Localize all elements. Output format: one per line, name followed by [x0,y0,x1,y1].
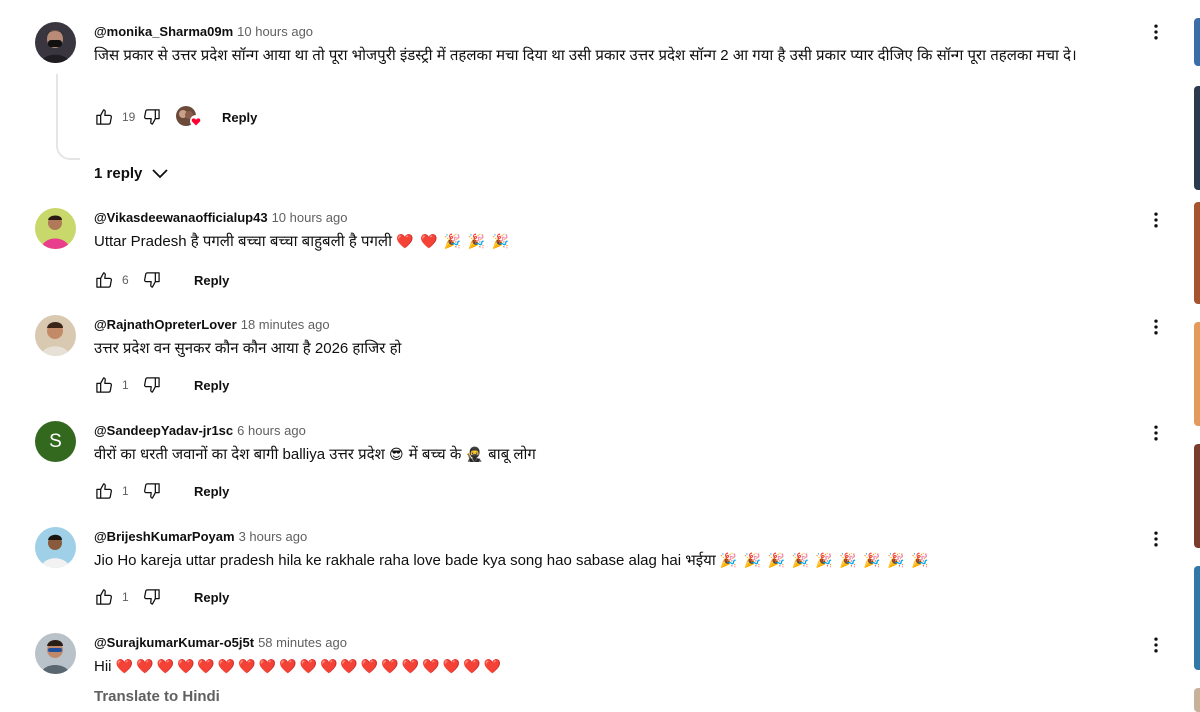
comment-text: वीरों का धरती जवानों का देश बागी balliya… [94,443,1184,467]
view-replies-button[interactable]: 1 reply [94,161,172,185]
comment-author[interactable]: @RajnathOpreterLover [94,317,237,332]
comment-author[interactable]: @monika_Sharma09m [94,24,233,39]
like-count: 6 [122,273,129,287]
like-button[interactable] [94,375,114,395]
video-thumbnail[interactable] [1194,566,1200,670]
reply-button[interactable]: Reply [194,273,229,288]
more-vertical-icon [1146,317,1166,337]
creator-heart-badge [174,105,202,129]
reply-button[interactable]: Reply [194,590,229,605]
comment-emoji: 🥷 [465,447,484,463]
more-vertical-icon [1146,210,1166,230]
avatar[interactable] [35,527,76,568]
avatar-initial: S [49,430,62,452]
video-thumbnail[interactable] [1194,322,1200,426]
dislike-button[interactable] [142,481,162,501]
like-count: 1 [122,378,129,392]
like-count: 1 [122,484,129,498]
comment-menu-button[interactable] [1146,633,1166,657]
like-button[interactable] [94,587,114,607]
avatar[interactable] [35,22,76,63]
comment-text-body: Hii [94,658,112,675]
thumb-down-icon [142,270,162,290]
thumb-up-icon [94,587,114,607]
comment-text-body: Uttar Pradesh है पगली बच्चा बच्चा बाहुबल… [94,233,392,250]
like-count: 19 [122,110,136,124]
video-thumbnail[interactable] [1194,688,1200,712]
thumb-up-icon [94,107,114,127]
video-thumbnail[interactable] [1194,18,1200,66]
like-button[interactable] [94,481,114,501]
avatar[interactable] [35,633,76,674]
comment-timestamp[interactable]: 6 hours ago [237,423,306,438]
video-thumbnail[interactable] [1194,202,1200,304]
comment-menu-button[interactable] [1146,208,1166,232]
comment-text-part: वीरों का धरती जवानों का देश बागी balliya… [94,446,385,463]
reply-button[interactable]: Reply [194,378,229,393]
thumb-up-icon [94,270,114,290]
avatar[interactable] [35,315,76,356]
comment-author[interactable]: @SandeepYadav-jr1sc [94,423,233,438]
chevron-down-icon [152,169,169,179]
comment-author[interactable]: @SurajkumarKumar-o5j5t [94,635,254,650]
dislike-button[interactable] [142,587,162,607]
thumb-down-icon [142,107,162,127]
comment-emoji: 🎉 🎉 🎉 🎉 🎉 🎉 🎉 🎉 🎉 [719,553,930,569]
comment-author[interactable]: @BrijeshKumarPoyam [94,529,235,544]
reply-button[interactable]: Reply [194,484,229,499]
comment-text: जिस प्रकार से उत्तर प्रदेश सॉन्ग आया था … [94,47,1077,64]
comment-text: Hii ❤️❤️❤️❤️❤️❤️❤️❤️❤️❤️❤️❤️❤️❤️❤️❤️❤️❤️… [94,655,1184,679]
dislike-button[interactable] [142,270,162,290]
reply-thread-connector [56,74,80,160]
thumb-up-icon [94,375,114,395]
like-button[interactable] [94,107,114,127]
comment-menu-button[interactable] [1146,421,1166,445]
comment-author[interactable]: @Vikasdeewanaofficialup43 [94,210,268,225]
more-vertical-icon [1146,22,1166,42]
translate-button[interactable]: Translate to Hindi [94,688,220,705]
comment-emoji: 😎 [389,447,405,463]
comment-emoji: ❤️❤️❤️❤️❤️❤️❤️❤️❤️❤️❤️❤️❤️❤️❤️❤️❤️❤️❤️ [115,659,504,675]
comment-timestamp[interactable]: 18 minutes ago [241,317,330,332]
thumb-down-icon [142,375,162,395]
more-vertical-icon [1146,529,1166,549]
comment-menu-button[interactable] [1146,20,1166,44]
comment-menu-button[interactable] [1146,315,1166,339]
comment-timestamp[interactable]: 58 minutes ago [258,635,347,650]
dislike-button[interactable] [142,107,162,127]
comment-text-body: Jio Ho kareja uttar pradesh hila ke rakh… [94,552,716,569]
video-thumbnail[interactable] [1194,86,1200,190]
comment-emoji: ❤️ ❤️ 🎉 🎉 🎉 [396,234,511,250]
comment-timestamp[interactable]: 10 hours ago [272,210,348,225]
comment-text: उत्तर प्रदेश वन सुनकर कौन कौन आया है 202… [94,340,402,357]
avatar[interactable]: S [35,421,76,462]
thumb-down-icon [142,481,162,501]
comment-text-part: में बच्च के [408,446,462,463]
creator-heart-icon [176,106,202,127]
more-vertical-icon [1146,635,1166,655]
thumb-up-icon [94,481,114,501]
dislike-button[interactable] [142,375,162,395]
reply-button[interactable]: Reply [222,110,257,125]
comment-timestamp[interactable]: 3 hours ago [239,529,308,544]
avatar[interactable] [35,208,76,249]
like-button[interactable] [94,270,114,290]
comment-text-part: बाबू लोग [488,446,536,463]
comment-text: Uttar Pradesh है पगली बच्चा बच्चा बाहुबल… [94,230,1184,254]
more-vertical-icon [1146,423,1166,443]
replies-count-label: 1 reply [94,164,143,182]
related-videos-edge [1194,0,1200,712]
video-thumbnail[interactable] [1194,444,1200,548]
comment-menu-button[interactable] [1146,527,1166,551]
comment-text: Jio Ho kareja uttar pradesh hila ke rakh… [94,549,1184,573]
comment-timestamp[interactable]: 10 hours ago [237,24,313,39]
thumb-down-icon [142,587,162,607]
like-count: 1 [122,590,129,604]
